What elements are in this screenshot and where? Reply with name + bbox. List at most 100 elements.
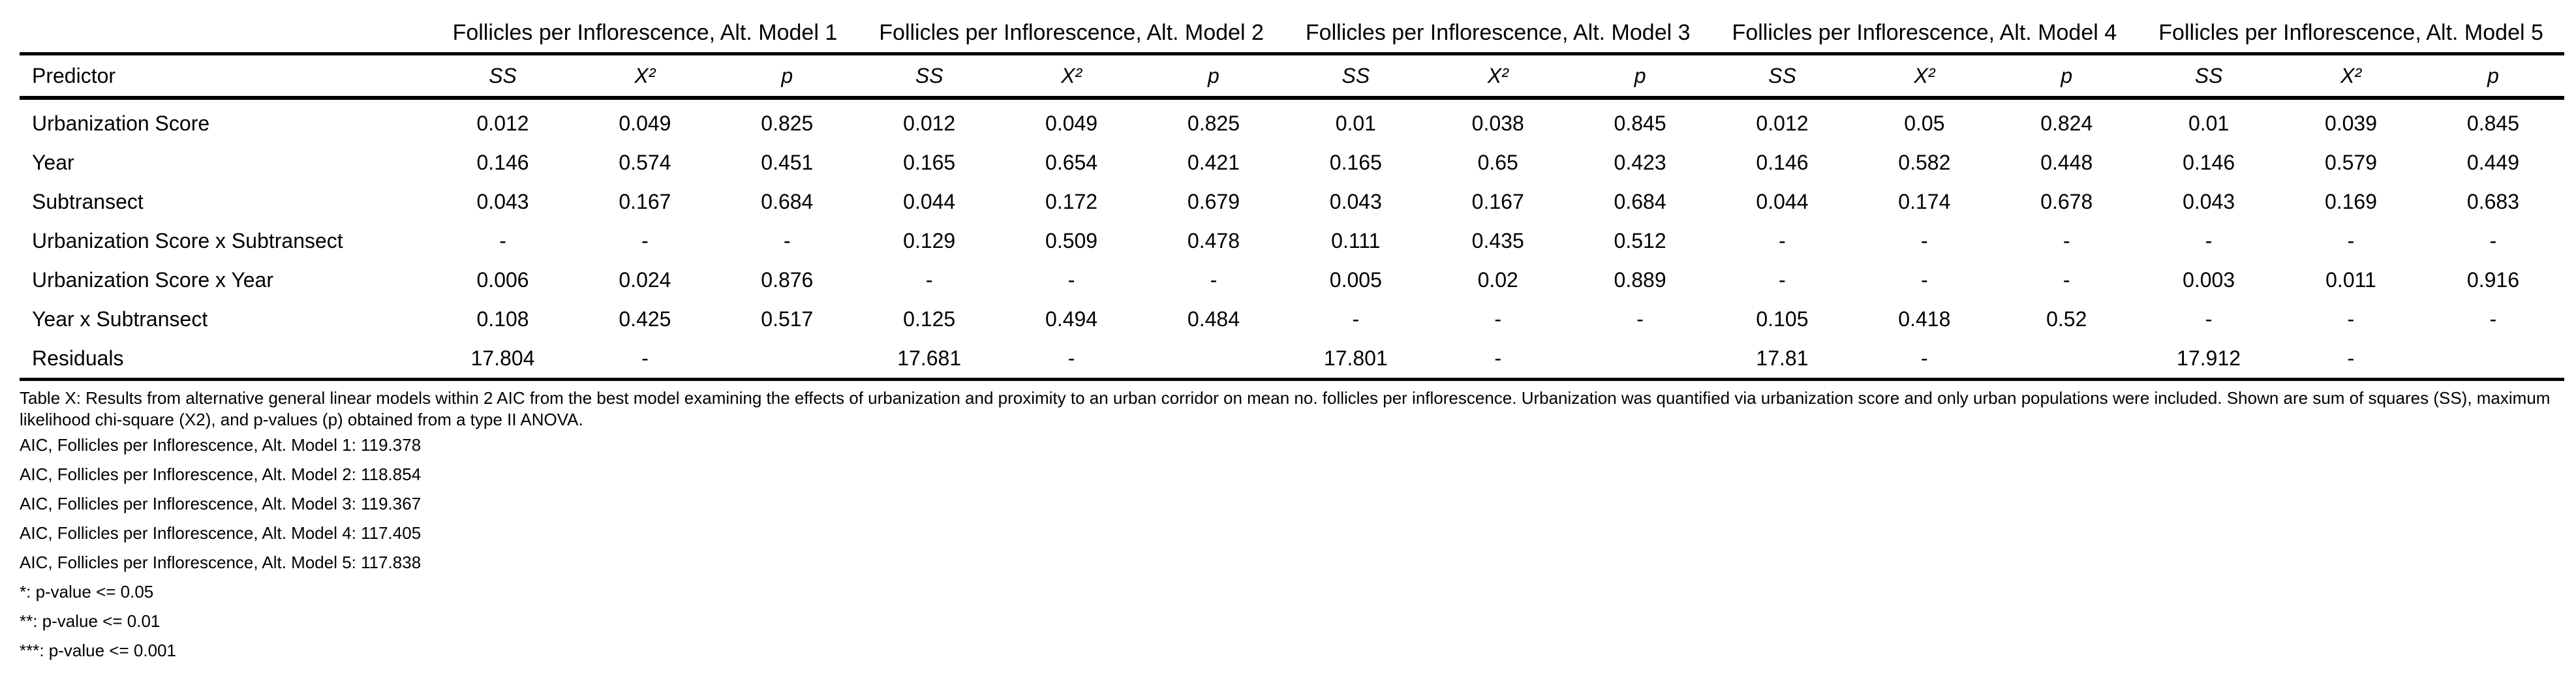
table-row: Residuals 17.804 - 17.681 - 17.801 - 17.81 - 17.9… (20, 339, 2564, 380)
ss-header: SS (2194, 63, 2223, 87)
p-value-header: p (781, 63, 793, 87)
table-row: Urbanization Score 0.012 0.049 0.825 0.012 0.… (20, 98, 2564, 143)
table-cell: 0.172 (1045, 189, 1098, 213)
predictor-label: Year x Subtransect (32, 307, 208, 331)
table-cell: 0.579 (2324, 150, 2378, 174)
table-row: Urbanization Score x Subtransect - - - 0.129… (20, 221, 2564, 260)
table-cell: 0.423 (1614, 150, 1666, 174)
table-cell: 0.683 (2466, 189, 2519, 213)
table-cell: 0.111 (1331, 228, 1381, 252)
table-cell: 0.146 (2183, 150, 2235, 174)
table-cell: - (2347, 228, 2355, 252)
table-cell: 0.494 (1045, 307, 1098, 331)
note-line: AIC, Follicles per Inflorescence, Alt. M… (20, 435, 422, 455)
table-caption: Table X: Results from alternative genera… (20, 388, 2551, 429)
table-cell (1569, 339, 1711, 380)
table-cell: 0.003 (2183, 267, 2235, 292)
table-cell: - (1352, 307, 1360, 331)
table-cell: 0.478 (1187, 228, 1240, 252)
table-cell: 0.512 (1614, 228, 1666, 252)
table-cell: 0.435 (1471, 228, 1524, 252)
table-cell: 0.043 (476, 189, 529, 213)
table-cell: 0.105 (1756, 307, 1809, 331)
empty-header-cell (20, 13, 432, 54)
p-value-header: p (2487, 63, 2499, 87)
table-cell: - (1067, 346, 1075, 370)
table-cell: - (1779, 267, 1786, 292)
chi-square-header: X² (1914, 63, 1935, 87)
predictor-label: Year (32, 150, 74, 174)
table-cell: 17.801 (1323, 346, 1388, 370)
model-group-header-row: Follicles per Inflorescence, Alt. Model … (20, 13, 2564, 54)
predictor-label: Urbanization Score x Subtransect (32, 228, 343, 252)
table-cell: - (1921, 228, 1928, 252)
note-line: ***: p-value <= 0.001 (20, 641, 176, 660)
table-cell: 0.011 (2325, 267, 2376, 292)
predictor-label: Residuals (32, 346, 124, 370)
predictor-label: Subtransect (32, 189, 144, 213)
anova-results-table: Follicles per Inflorescence, Alt. Model … (20, 13, 2564, 381)
chi-square-header: X² (1487, 63, 1509, 87)
table-cell: 0.01 (2188, 111, 2230, 135)
table-cell: - (1494, 346, 1502, 370)
table-cell: 0.146 (1756, 150, 1809, 174)
table-cell: - (499, 228, 506, 252)
note-line: *: p-value <= 0.05 (20, 582, 154, 601)
table-cell (1142, 339, 1285, 380)
table-cell: - (1921, 267, 1928, 292)
ss-header: SS (1768, 63, 1796, 87)
table-cell: - (2347, 346, 2355, 370)
table-cell: 0.165 (1329, 150, 1382, 174)
table-cell: - (925, 267, 933, 292)
table-cell: 0.129 (903, 228, 956, 252)
predictor-label: Urbanization Score (32, 111, 210, 135)
table-cell: 0.845 (1614, 111, 1666, 135)
table-cell: 0.845 (2466, 111, 2519, 135)
chi-square-header: X² (634, 63, 656, 87)
table-cell: - (2347, 307, 2355, 331)
ss-header: SS (489, 63, 517, 87)
model-group-header: Follicles per Inflorescence, Alt. Model … (1732, 20, 2117, 45)
table-cell: 0.012 (476, 111, 529, 135)
table-cell: 0.108 (476, 307, 529, 331)
ss-header: SS (1342, 63, 1370, 87)
table-cell: 0.02 (1477, 267, 1518, 292)
table-cell: 0.146 (476, 150, 529, 174)
table-row: Year x Subtransect 0.108 0.425 0.517 0.125 0.… (20, 299, 2564, 339)
table-cell: - (1210, 267, 1218, 292)
table-cell: 0.449 (2466, 150, 2519, 174)
table-cell: 17.81 (1756, 346, 1809, 370)
ss-header: SS (915, 63, 943, 87)
table-cell: 0.012 (903, 111, 956, 135)
model-group-header: Follicles per Inflorescence, Alt. Model … (879, 20, 1264, 45)
table-cell: - (641, 346, 649, 370)
table-row: Urbanization Score x Year 0.006 0.024 0.876… (20, 260, 2564, 299)
table-cell: 0.451 (761, 150, 814, 174)
table-cell: 0.125 (903, 307, 956, 331)
table-cell: 0.418 (1898, 307, 1951, 331)
model-group-header: Follicles per Inflorescence, Alt. Model … (2158, 20, 2543, 45)
table-cell: - (641, 228, 649, 252)
table-cell: - (2205, 228, 2213, 252)
table-cell (716, 339, 858, 380)
table-cell: 0.425 (619, 307, 671, 331)
table-cell: 0.824 (2040, 111, 2093, 135)
table-cell: 0.167 (1471, 189, 1524, 213)
chi-square-header: X² (1061, 63, 1082, 87)
table-cell: 0.825 (1187, 111, 1240, 135)
table-cell: 0.654 (1045, 150, 1098, 174)
note-line: **: p-value <= 0.01 (20, 611, 161, 631)
model-group-header: Follicles per Inflorescence, Alt. Model … (1305, 20, 1691, 45)
table-cell: 0.52 (2046, 307, 2087, 331)
table-cell: - (1494, 307, 1502, 331)
model-group-header: Follicles per Inflorescence, Alt. Model … (452, 20, 838, 45)
table-cell: 0.421 (1187, 150, 1240, 174)
table-cell: 0.165 (903, 150, 956, 174)
table-cell: 0.916 (2466, 267, 2519, 292)
table-cell: 0.169 (2324, 189, 2378, 213)
table-cell (2422, 339, 2564, 380)
table-cell: - (1636, 307, 1644, 331)
table-cell: 0.043 (1329, 189, 1382, 213)
table-cell: - (783, 228, 791, 252)
predictor-header: Predictor (32, 63, 116, 87)
